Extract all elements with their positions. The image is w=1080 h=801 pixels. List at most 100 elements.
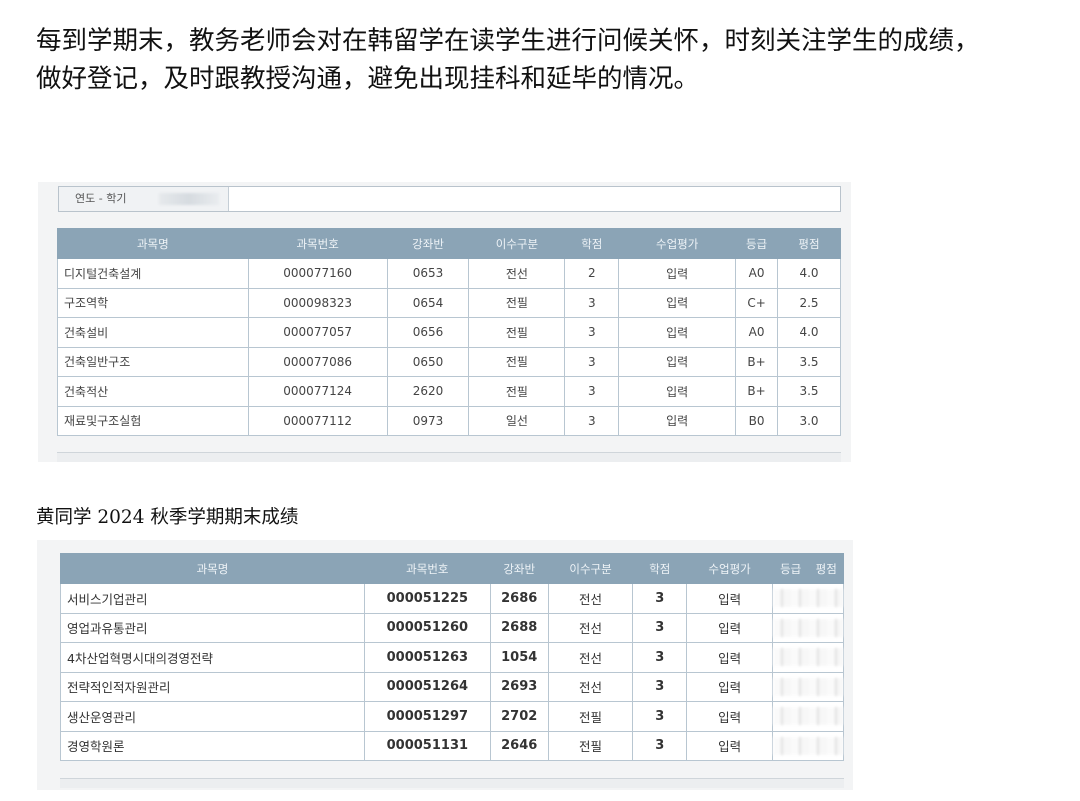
table-footer-bar	[57, 452, 841, 462]
header-course-code: 과목번호	[363, 553, 491, 584]
course-evaluation-link[interactable]: 입력	[686, 612, 773, 643]
course-grade: B+	[735, 346, 779, 377]
course-code: 000077086	[247, 346, 388, 377]
course-category: 일선	[468, 405, 566, 436]
course-evaluation-link[interactable]: 입력	[686, 730, 773, 761]
course-grade: A0	[735, 258, 779, 289]
course-evaluation-link[interactable]: 입력	[686, 583, 773, 614]
course-category: 전선	[547, 612, 634, 643]
course-gpa: 4.0	[777, 258, 841, 289]
year-semester-redacted	[159, 193, 219, 205]
table-row: 재료및구조실험 000077112 0973 일선 3 입력 B0 3.0	[57, 405, 841, 436]
course-evaluation-link[interactable]: 입력	[618, 287, 737, 318]
redacted-grade-blur	[772, 677, 843, 696]
table-row: 구조역학 000098323 0654 전필 3 입력 C+ 2.5	[57, 287, 841, 318]
course-name: 건축적산	[57, 376, 249, 407]
table-header-row: 과목명 과목번호 강좌반 이수구분 학점 수업평가 등급 평점	[57, 228, 841, 259]
intro-line-2: 做好登记，及时跟教授沟通，避免出现挂科和延毕的情况。	[36, 64, 700, 94]
header-gpa: 평점	[808, 553, 844, 584]
course-credits: 3	[564, 405, 620, 436]
course-name: 경영학원론	[60, 730, 365, 761]
course-code: 000098323	[247, 287, 388, 318]
course-credits: 3	[632, 730, 688, 761]
course-evaluation-link[interactable]: 입력	[686, 671, 773, 702]
course-credits: 3	[632, 583, 688, 614]
course-gpa: 3.5	[777, 346, 841, 377]
redacted-grade-blur	[772, 618, 843, 637]
course-category: 전선	[468, 258, 566, 289]
year-semester-label: 연도 - 학기	[59, 187, 229, 211]
header-evaluation: 수업평가	[618, 228, 737, 259]
course-grade: C+	[735, 287, 779, 318]
header-category: 이수구분	[547, 553, 634, 584]
course-credits: 3	[564, 346, 620, 377]
grades-table-1: 과목명 과목번호 강좌반 이수구분 학점 수업평가 등급 평점 디지털건축설계 …	[57, 228, 841, 436]
course-category: 전선	[547, 671, 634, 702]
course-name: 영업과유통관리	[60, 612, 365, 643]
header-gpa: 평점	[777, 228, 841, 259]
course-evaluation-link[interactable]: 입력	[618, 405, 737, 436]
course-code: 000051131	[363, 730, 491, 761]
course-category: 전필	[468, 346, 566, 377]
course-section: 2620	[386, 376, 470, 407]
header-credits: 학점	[632, 553, 688, 584]
course-credits: 3	[564, 317, 620, 348]
table-header-row: 과목명 과목번호 강좌반 이수구분 학점 수업평가 등급 평점	[60, 553, 844, 584]
course-section: 0650	[386, 346, 470, 377]
course-name: 서비스기업관리	[60, 583, 365, 614]
header-credits: 학점	[564, 228, 620, 259]
course-grade: B0	[735, 405, 779, 436]
course-name: 4차산업혁명시대의경영전략	[60, 642, 365, 673]
course-category: 전필	[468, 376, 566, 407]
table-row: 전략적인적자원관리 000051264 2693 전선 3 입력	[60, 671, 845, 702]
course-section: 0653	[386, 258, 470, 289]
course-section: 2693	[489, 671, 549, 702]
course-name: 생산운영관리	[60, 701, 365, 732]
table-row: 디지털건축설계 000077160 0653 전선 2 입력 A0 4.0	[57, 258, 841, 289]
intro-paragraph: 每到学期末，教务老师会对在韩留学在读学生进行问候关怀，时刻关注学生的成绩， 做好…	[36, 22, 1066, 98]
course-code: 000051297	[363, 701, 491, 732]
table-row: 서비스기업관리 000051225 2686 전선 3 입력	[60, 583, 845, 614]
course-grade: B+	[735, 376, 779, 407]
year-semester-bar: 연도 - 학기	[58, 186, 841, 212]
course-credits: 3	[564, 287, 620, 318]
course-category: 전필	[468, 317, 566, 348]
header-course-name: 과목명	[57, 228, 249, 259]
redacted-grade	[771, 671, 845, 702]
grades-caption: 黄同学 2024 秋季学期期末成绩	[36, 507, 299, 528]
course-name: 건축설비	[57, 317, 249, 348]
course-section: 1054	[489, 642, 549, 673]
course-evaluation-link[interactable]: 입력	[686, 642, 773, 673]
header-course-code: 과목번호	[247, 228, 388, 259]
course-code: 000077160	[247, 258, 388, 289]
header-evaluation: 수업평가	[686, 553, 773, 584]
course-code: 000051225	[363, 583, 491, 614]
header-grade: 등급	[771, 553, 810, 584]
header-category: 이수구분	[468, 228, 566, 259]
course-code: 000077057	[247, 317, 388, 348]
header-section: 강좌반	[386, 228, 470, 259]
table-row: 건축일반구조 000077086 0650 전필 3 입력 B+ 3.5	[57, 346, 841, 377]
course-section: 2686	[489, 583, 549, 614]
course-gpa: 3.5	[777, 376, 841, 407]
table-row: 건축적산 000077124 2620 전필 3 입력 B+ 3.5	[57, 376, 841, 407]
course-evaluation-link[interactable]: 입력	[686, 701, 773, 732]
course-name: 건축일반구조	[57, 346, 249, 377]
course-evaluation-link[interactable]: 입력	[618, 376, 737, 407]
course-gpa: 4.0	[777, 317, 841, 348]
course-evaluation-link[interactable]: 입력	[618, 317, 737, 348]
redacted-grade	[771, 583, 845, 614]
course-evaluation-link[interactable]: 입력	[618, 258, 737, 289]
course-code: 000077124	[247, 376, 388, 407]
header-section: 강좌반	[489, 553, 549, 584]
table-footer-bar	[60, 778, 844, 788]
grade-screenshot-1: 연도 - 학기 과목명 과목번호 강좌반 이수구분 학점 수업평가 등급 평점 …	[38, 182, 851, 462]
course-gpa: 2.5	[777, 287, 841, 318]
course-section: 2688	[489, 612, 549, 643]
redacted-grade	[771, 612, 845, 643]
course-credits: 3	[632, 701, 688, 732]
course-credits: 2	[564, 258, 620, 289]
course-evaluation-link[interactable]: 입력	[618, 346, 737, 377]
course-category: 전선	[547, 642, 634, 673]
redacted-grade	[771, 642, 845, 673]
